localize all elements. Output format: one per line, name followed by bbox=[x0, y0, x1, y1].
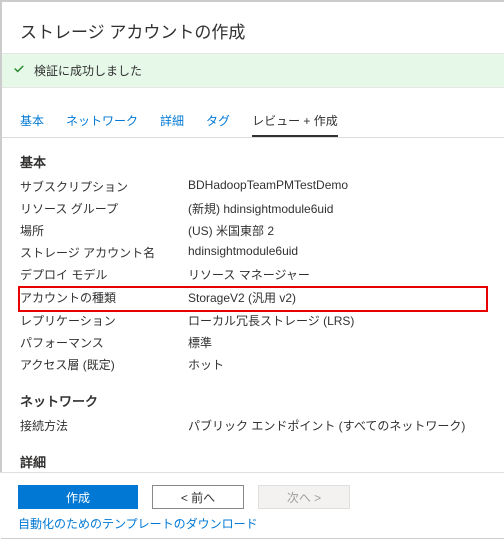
value-access-tier: ホット bbox=[188, 356, 486, 376]
label-storage-account: ストレージ アカウント名 bbox=[20, 244, 188, 264]
section-advanced-title: 詳細 bbox=[20, 452, 486, 471]
value-subscription: BDHadoopTeamPMTestDemo bbox=[188, 178, 486, 198]
label-connectivity: 接続方法 bbox=[20, 417, 188, 437]
row-resource-group: リソース グループ (新規) hdinsightmodule6uid bbox=[20, 199, 486, 221]
row-access-tier: アクセス層 (既定) ホット bbox=[20, 355, 486, 377]
label-replication: レプリケーション bbox=[20, 312, 188, 332]
value-deploy-model: リソース マネージャー bbox=[188, 266, 486, 286]
value-account-kind: StorageV2 (汎用 v2) bbox=[188, 289, 486, 309]
tab-network[interactable]: ネットワーク bbox=[66, 106, 138, 137]
validation-message: 検証に成功しました bbox=[34, 62, 142, 79]
value-replication: ローカル冗長ストレージ (LRS) bbox=[188, 312, 486, 332]
tab-advanced[interactable]: 詳細 bbox=[160, 106, 184, 137]
label-performance: パフォーマンス bbox=[20, 334, 188, 354]
section-basic-title: 基本 bbox=[20, 152, 486, 171]
value-connectivity: パブリック エンドポイント (すべてのネットワーク) bbox=[188, 417, 486, 437]
label-deploy-model: デプロイ モデル bbox=[20, 266, 188, 286]
section-network-title: ネットワーク bbox=[20, 391, 486, 410]
next-button: 次へ > bbox=[258, 485, 350, 509]
tab-tags[interactable]: タグ bbox=[206, 106, 230, 137]
value-resource-group: (新規) hdinsightmodule6uid bbox=[188, 200, 486, 220]
tabs: 基本 ネットワーク 詳細 タグ レビュー + 作成 bbox=[2, 106, 504, 138]
label-resource-group: リソース グループ bbox=[20, 200, 188, 220]
row-performance: パフォーマンス 標準 bbox=[20, 333, 486, 355]
create-button[interactable]: 作成 bbox=[18, 485, 138, 509]
check-icon bbox=[12, 62, 26, 79]
label-access-tier: アクセス層 (既定) bbox=[20, 356, 188, 376]
tab-review-create[interactable]: レビュー + 作成 bbox=[252, 106, 338, 137]
row-account-kind: アカウントの種類 StorageV2 (汎用 v2) bbox=[20, 288, 486, 310]
previous-button[interactable]: < 前へ bbox=[152, 485, 244, 509]
row-replication: レプリケーション ローカル冗長ストレージ (LRS) bbox=[20, 311, 486, 333]
tab-basic[interactable]: 基本 bbox=[20, 106, 44, 137]
validation-banner: 検証に成功しました bbox=[2, 53, 504, 88]
value-storage-account: hdinsightmodule6uid bbox=[188, 244, 486, 264]
label-location: 場所 bbox=[20, 222, 188, 242]
page-title: ストレージ アカウントの作成 bbox=[20, 18, 486, 43]
row-location: 場所 (US) 米国東部 2 bbox=[20, 221, 486, 243]
row-storage-account: ストレージ アカウント名 hdinsightmodule6uid bbox=[20, 243, 486, 265]
row-subscription: サブスクリプション BDHadoopTeamPMTestDemo bbox=[20, 177, 486, 199]
row-deploy-model: デプロイ モデル リソース マネージャー bbox=[20, 265, 486, 287]
footer: 作成 < 前へ 次へ > 自動化のためのテンプレートのダウンロード bbox=[0, 472, 504, 538]
value-location: (US) 米国東部 2 bbox=[188, 222, 486, 242]
row-connectivity: 接続方法 パブリック エンドポイント (すべてのネットワーク) bbox=[20, 416, 486, 438]
label-subscription: サブスクリプション bbox=[20, 178, 188, 198]
download-template-link[interactable]: 自動化のためのテンプレートのダウンロード bbox=[18, 515, 258, 532]
label-account-kind: アカウントの種類 bbox=[20, 289, 188, 309]
value-performance: 標準 bbox=[188, 334, 486, 354]
